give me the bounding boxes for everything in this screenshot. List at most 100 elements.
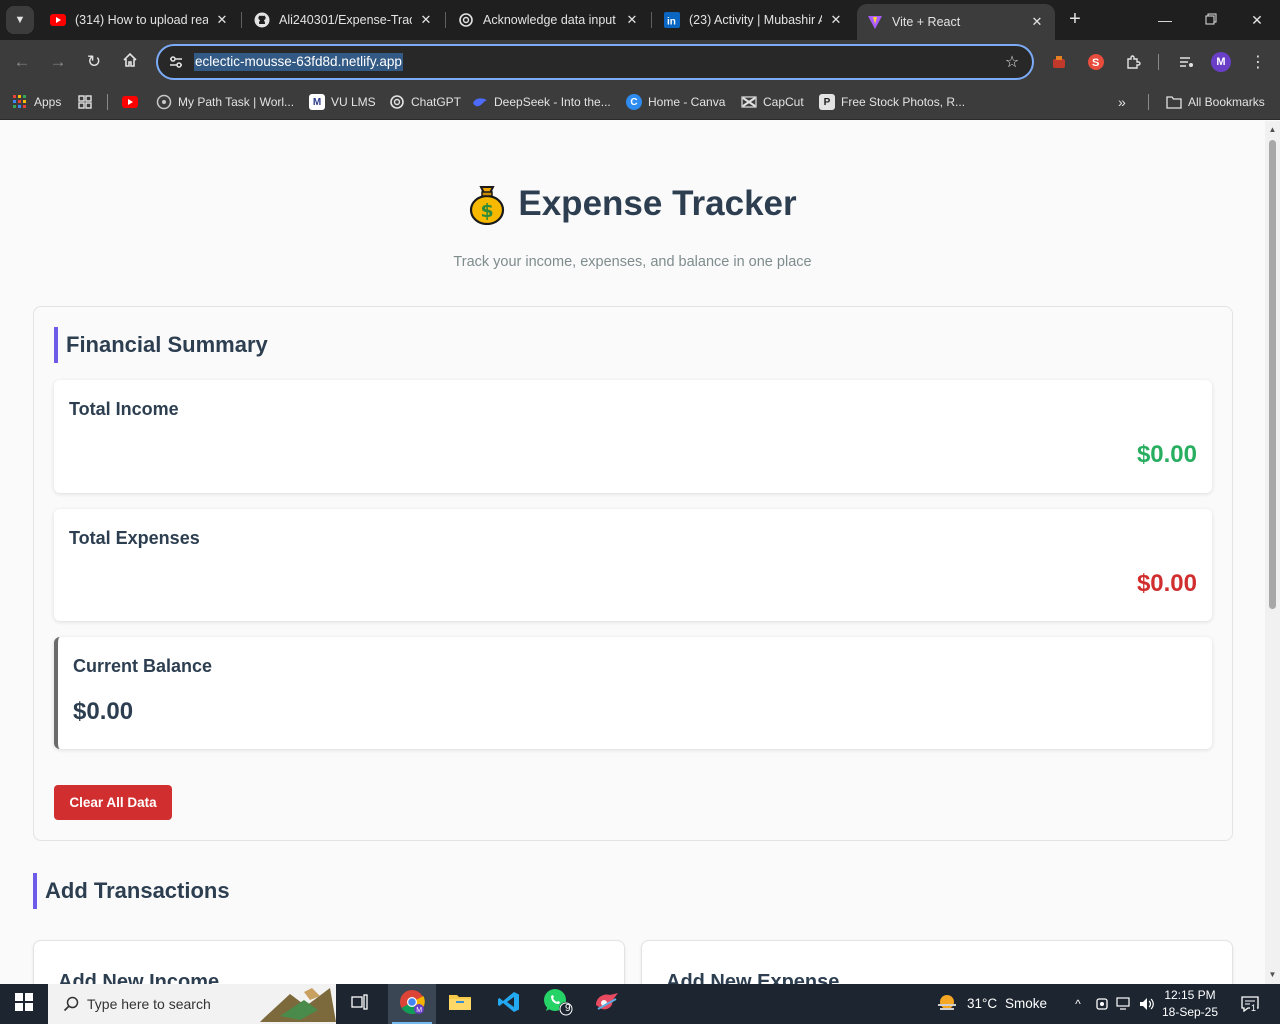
clock-time: 12:15 PM xyxy=(1164,988,1216,1002)
taskbar-file-explorer[interactable] xyxy=(436,984,484,1024)
bookmark-canva[interactable]: C Home - Canva xyxy=(626,92,725,112)
plus-icon: + xyxy=(1069,7,1081,30)
extensions-puzzle-icon[interactable] xyxy=(1122,51,1144,73)
minimize-icon: — xyxy=(1158,12,1172,28)
tab-chatgpt[interactable]: Acknowledge data input ✕ xyxy=(448,0,650,40)
taskbar-app-misc[interactable] xyxy=(583,984,631,1024)
add-income-title: Add New Income xyxy=(58,971,220,984)
tab-linkedin[interactable]: in (23) Activity | Mubashir A ✕ xyxy=(654,0,854,40)
notification-center-button[interactable]: 1 xyxy=(1238,996,1262,1013)
deepseek-icon xyxy=(472,94,488,110)
restore-button[interactable] xyxy=(1188,0,1234,40)
whatsapp-badge: 9 xyxy=(565,1003,571,1014)
profile-avatar[interactable]: M xyxy=(1211,52,1231,72)
apps-grid-icon xyxy=(12,94,28,110)
page-title-text: Expense Tracker xyxy=(518,184,797,223)
chevron-up-icon[interactable]: ^ xyxy=(1070,996,1086,1012)
new-tab-button[interactable]: + xyxy=(1064,8,1086,30)
section-heading-financial-summary: Financial Summary xyxy=(54,327,268,363)
bookmark-deepseek[interactable]: DeepSeek - Into the... xyxy=(472,92,611,112)
double-chevron-right-icon: » xyxy=(1118,94,1126,110)
home-button[interactable] xyxy=(118,50,142,74)
meet-now-icon[interactable] xyxy=(1094,996,1110,1012)
money-bag-icon: $ xyxy=(468,183,506,226)
close-window-button[interactable]: ✕ xyxy=(1234,0,1280,40)
task-view-button[interactable] xyxy=(336,984,384,1024)
tab-youtube[interactable]: (314) How to upload reac ✕ xyxy=(40,0,240,40)
close-icon[interactable]: ✕ xyxy=(828,12,844,28)
address-bar[interactable]: eclectic-mousse-63fd8d.netlify.app ☆ xyxy=(156,44,1034,80)
minimize-button[interactable]: — xyxy=(1142,0,1188,40)
back-button[interactable]: ← xyxy=(10,50,34,74)
bookmark-label: CapCut xyxy=(763,95,804,109)
bookmark-vu-lms[interactable]: M VU LMS xyxy=(309,92,376,112)
tab-github[interactable]: Ali240301/Expense-Tracke ✕ xyxy=(244,0,444,40)
bookmark-label: Apps xyxy=(34,95,62,109)
weather-icon[interactable] xyxy=(935,993,959,1015)
close-icon[interactable]: ✕ xyxy=(418,12,434,28)
reload-button[interactable]: ↻ xyxy=(82,50,106,74)
network-icon[interactable] xyxy=(1116,996,1132,1012)
grid-icon xyxy=(77,94,93,110)
arrow-left-icon: ← xyxy=(13,52,31,71)
close-icon[interactable]: ✕ xyxy=(624,12,640,28)
bookmark-label: ChatGPT xyxy=(411,95,462,109)
snipping-tool-icon xyxy=(594,991,620,1018)
extension-icon[interactable] xyxy=(1048,51,1070,73)
volume-icon[interactable] xyxy=(1139,996,1155,1012)
search-icon xyxy=(62,995,80,1013)
capcut-icon xyxy=(741,94,757,110)
github-icon xyxy=(254,12,270,28)
bookmark-label: Home - Canva xyxy=(648,95,726,109)
total-expenses-card: Total Expenses $0.00 xyxy=(54,509,1212,621)
bookmark-label: All Bookmarks xyxy=(1188,95,1265,109)
close-icon[interactable]: ✕ xyxy=(214,12,230,28)
bookmark-capcut[interactable]: CapCut xyxy=(741,92,804,112)
page-scrollbar[interactable]: ▲ ▼ xyxy=(1265,121,1280,984)
chatgpt-icon xyxy=(458,12,474,28)
tab-search-button[interactable]: ▼ xyxy=(6,6,34,34)
scroll-up-arrow-icon[interactable]: ▲ xyxy=(1268,125,1277,134)
arrow-right-icon: → xyxy=(49,52,67,71)
notification-count-badge: 1 xyxy=(1250,1003,1258,1013)
site-settings-icon[interactable] xyxy=(166,52,186,72)
taskbar-clock[interactable]: 12:15 PM 18-Sep-25 xyxy=(1160,987,1220,1021)
weather-description[interactable]: Smoke xyxy=(1005,996,1047,1011)
start-button[interactable] xyxy=(0,984,48,1024)
taskbar-chrome[interactable]: M xyxy=(388,984,436,1024)
bookmark-chatgpt[interactable]: ChatGPT xyxy=(389,92,461,112)
tab-title: Ali240301/Expense-Tracke xyxy=(279,13,412,27)
bookmark-free-stock-photos[interactable]: P Free Stock Photos, R... xyxy=(819,92,965,112)
clear-all-data-button[interactable]: Clear All Data xyxy=(54,785,172,820)
extension-s-icon[interactable]: S xyxy=(1085,51,1107,73)
restore-icon xyxy=(1205,12,1217,28)
bookmark-my-path[interactable]: My Path Task | Worl... xyxy=(156,92,294,112)
youtube-icon xyxy=(50,12,66,28)
tab-vite-react[interactable]: Vite + React ✕ xyxy=(857,4,1055,40)
bookmarks-overflow-button[interactable]: » xyxy=(1118,92,1126,112)
task-view-icon xyxy=(351,993,369,1015)
taskbar-vscode[interactable] xyxy=(485,984,533,1024)
kebab-menu-icon[interactable]: ⋮ xyxy=(1247,51,1269,73)
browser-toolbar: ← → ↻ eclectic-mousse-63fd8d.netlify.app… xyxy=(0,40,1280,84)
current-balance-card: Current Balance $0.00 xyxy=(54,637,1212,749)
scrollbar-thumb[interactable] xyxy=(1269,140,1276,609)
close-icon[interactable]: ✕ xyxy=(1029,14,1045,30)
bookmark-star-icon[interactable]: ☆ xyxy=(1002,52,1022,72)
bookmark-youtube[interactable] xyxy=(122,92,144,112)
taskbar-whatsapp[interactable]: 9 xyxy=(534,984,582,1024)
bookmark-apps[interactable]: Apps xyxy=(12,92,61,112)
url-text[interactable]: eclectic-mousse-63fd8d.netlify.app xyxy=(194,53,403,71)
tab-groups-button[interactable] xyxy=(77,92,99,112)
page-viewport: $ Expense Tracker Track your income, exp… xyxy=(0,121,1265,984)
scroll-down-arrow-icon[interactable]: ▼ xyxy=(1268,970,1277,979)
media-control-icon[interactable] xyxy=(1175,51,1197,73)
windows-logo-icon xyxy=(15,992,33,1016)
taskbar-search-box[interactable]: Type here to search xyxy=(48,984,336,1024)
bookmark-label: DeepSeek - Into the... xyxy=(494,95,611,109)
weather-temperature[interactable]: 31°C xyxy=(967,996,997,1011)
forward-button[interactable]: → xyxy=(46,50,70,74)
vite-icon xyxy=(867,14,883,30)
search-highlight-image xyxy=(260,986,336,1022)
all-bookmarks-button[interactable]: All Bookmarks xyxy=(1166,92,1265,112)
